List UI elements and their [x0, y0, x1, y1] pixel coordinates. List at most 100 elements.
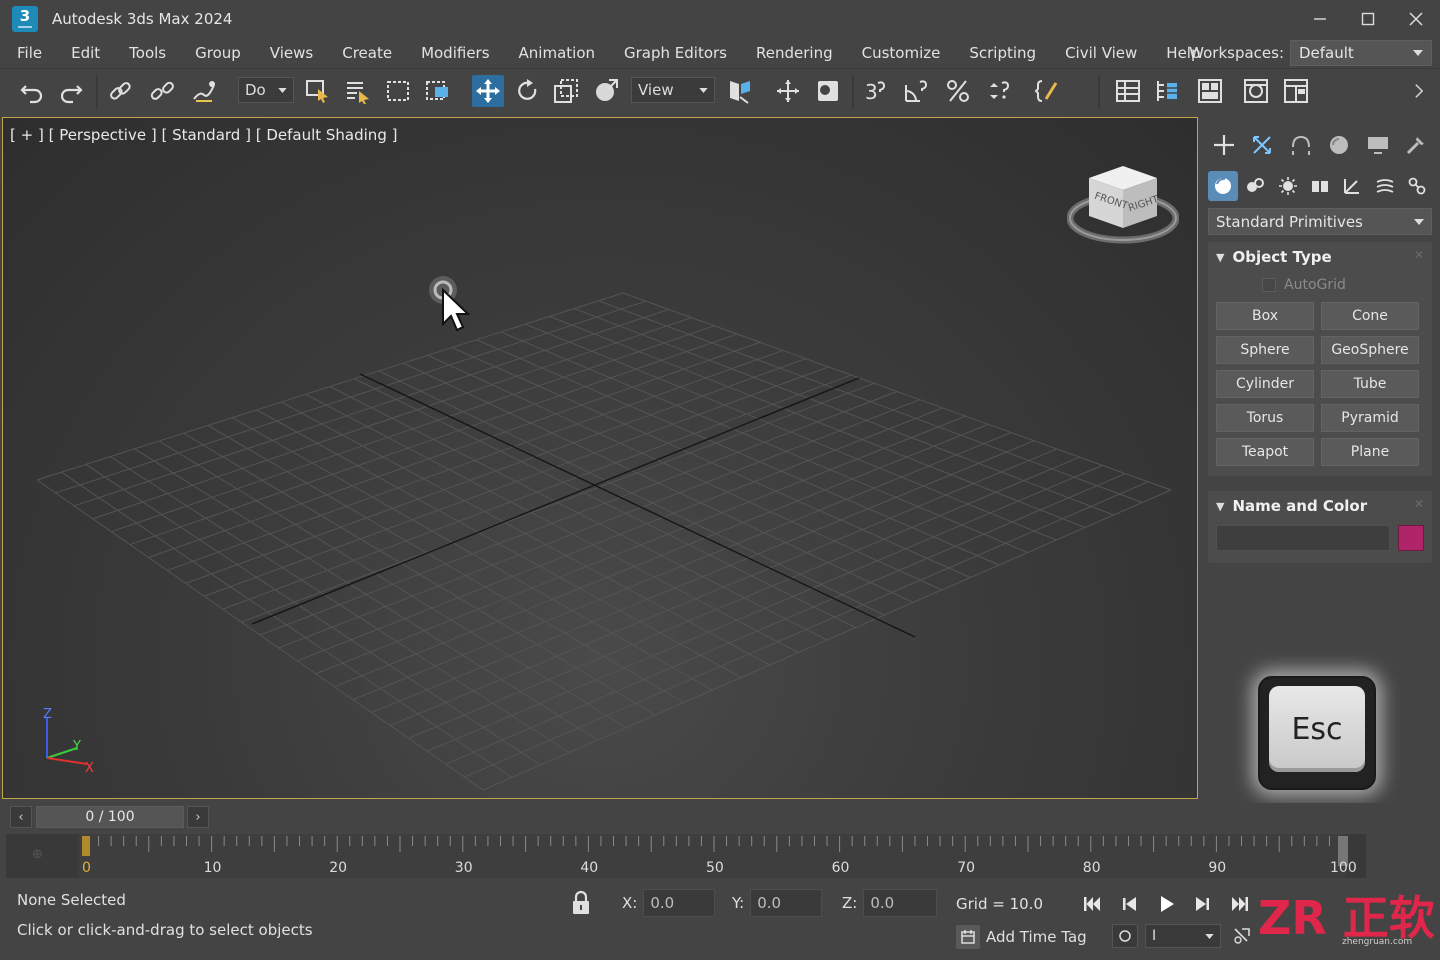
viewport-label[interactable]: [ + ] [ Perspective ] [ Standard ] [ Def… — [10, 126, 397, 144]
select-object-icon[interactable] — [302, 75, 334, 107]
box-button[interactable]: Box — [1216, 302, 1314, 330]
systems-icon[interactable] — [1402, 171, 1432, 201]
sphere-button[interactable]: Sphere — [1216, 336, 1314, 364]
object-color-swatch[interactable] — [1398, 525, 1424, 551]
minimize-icon[interactable] — [1296, 0, 1344, 38]
time-config-icon[interactable] — [1232, 926, 1252, 946]
menu-scripting[interactable]: Scripting — [952, 38, 1048, 68]
modify-icon[interactable] — [1246, 129, 1278, 161]
place-icon[interactable] — [590, 75, 622, 107]
workspaces-dropdown[interactable]: Default — [1290, 40, 1432, 66]
scene-explorer-icon[interactable] — [1112, 75, 1144, 107]
angle-snap-icon[interactable] — [900, 75, 932, 107]
render-setup-icon[interactable] — [1240, 75, 1272, 107]
shapes-icon[interactable] — [1240, 171, 1270, 201]
helpers-icon[interactable] — [1337, 171, 1367, 201]
menu-file[interactable]: File — [0, 38, 54, 68]
rotate-icon[interactable] — [511, 75, 543, 107]
key-filter-icon[interactable]: ⊕ — [32, 847, 43, 862]
render-frame-icon[interactable] — [1280, 75, 1312, 107]
menu-customize[interactable]: Customize — [845, 38, 953, 68]
align-icon[interactable] — [812, 75, 844, 107]
go-to-end-icon[interactable] — [1226, 892, 1254, 916]
layer-explorer-icon[interactable] — [1152, 75, 1184, 107]
menu-modifiers[interactable]: Modifiers — [404, 38, 501, 68]
app-logo-icon[interactable]: 3 — [12, 6, 38, 32]
percent-snap-icon[interactable] — [942, 75, 974, 107]
object-name-input[interactable] — [1216, 525, 1390, 551]
torus-button[interactable]: Torus — [1216, 404, 1314, 432]
utilities-icon[interactable] — [1400, 129, 1432, 161]
rect-selection-icon[interactable] — [382, 75, 414, 107]
more-icon[interactable] — [1408, 75, 1430, 107]
menu-rendering[interactable]: Rendering — [739, 38, 845, 68]
next-frame-icon[interactable] — [1188, 892, 1216, 916]
select-by-name-icon[interactable] — [342, 75, 374, 107]
lights-icon[interactable] — [1273, 171, 1303, 201]
object-type-header[interactable]: ▼ Object Type ✕ — [1208, 242, 1432, 272]
cylinder-button[interactable]: Cylinder — [1216, 370, 1314, 398]
redo-icon[interactable] — [55, 75, 87, 107]
previous-frame-button[interactable]: ‹ — [10, 806, 32, 828]
toggle-ribbon-icon[interactable] — [1194, 75, 1226, 107]
cameras-icon[interactable] — [1305, 171, 1335, 201]
create-icon[interactable] — [1208, 129, 1240, 161]
add-time-tag[interactable]: Add Time Tag — [956, 925, 1087, 949]
selection-lock-icon[interactable] — [570, 890, 592, 916]
play-icon[interactable] — [1152, 892, 1180, 916]
y-coordinate-field[interactable]: 0.0 — [750, 889, 823, 917]
edit-named-selection-icon[interactable] — [1032, 75, 1064, 107]
maximize-icon[interactable] — [1344, 0, 1392, 38]
tube-button[interactable]: Tube — [1321, 370, 1419, 398]
geometry-icon[interactable] — [1208, 171, 1238, 201]
go-to-start-icon[interactable] — [1078, 892, 1106, 916]
menu-tools[interactable]: Tools — [112, 38, 178, 68]
unlink-icon[interactable] — [146, 75, 178, 107]
plane-button[interactable]: Plane — [1321, 438, 1419, 466]
menu-civil-view[interactable]: Civil View — [1048, 38, 1149, 68]
menu-animation[interactable]: Animation — [502, 38, 607, 68]
viewcube[interactable]: FRONT RIGHT — [1067, 150, 1179, 246]
mirror-icon[interactable] — [772, 75, 804, 107]
undo-icon[interactable] — [16, 75, 48, 107]
teapot-button[interactable]: Teapot — [1216, 438, 1314, 466]
selection-filter-dropdown[interactable]: Do — [238, 77, 294, 103]
z-coordinate-field[interactable]: 0.0 — [863, 889, 938, 917]
category-dropdown[interactable]: Standard Primitives — [1208, 208, 1432, 235]
track-bar[interactable]: 0 10 20 30 40 50 60 70 80 90 100 ⊕ — [6, 834, 1366, 878]
perspective-viewport[interactable]: [ + ] [ Perspective ] [ Standard ] [ Def… — [2, 117, 1198, 799]
time-slider[interactable]: 0 / 100 — [36, 806, 184, 828]
cone-button[interactable]: Cone — [1321, 302, 1419, 330]
close-icon[interactable]: ✕ — [1414, 248, 1424, 262]
hierarchy-icon[interactable] — [1285, 129, 1317, 161]
spinner-snap-icon[interactable] — [984, 75, 1016, 107]
reference-coordinate-dropdown[interactable]: View — [631, 77, 715, 103]
space-warps-icon[interactable] — [1370, 171, 1400, 201]
menu-create[interactable]: Create — [325, 38, 404, 68]
next-frame-button[interactable]: › — [187, 806, 209, 828]
close-icon[interactable]: ✕ — [1414, 497, 1424, 511]
snap-3d-icon[interactable]: 3 — [860, 75, 892, 107]
move-icon[interactable] — [472, 75, 504, 107]
autogrid-checkbox[interactable]: AutoGrid — [1208, 272, 1432, 298]
geosphere-button[interactable]: GeoSphere — [1321, 336, 1419, 364]
key-mode-toggle[interactable] — [1112, 924, 1138, 948]
menu-group[interactable]: Group — [178, 38, 253, 68]
menu-views[interactable]: Views — [253, 38, 325, 68]
display-icon[interactable] — [1362, 129, 1394, 161]
scale-icon[interactable] — [550, 75, 582, 107]
bind-space-warp-icon[interactable] — [188, 75, 220, 107]
current-frame-field[interactable]: I — [1145, 924, 1221, 948]
name-and-color-header[interactable]: ▼ Name and Color ✕ — [1208, 491, 1432, 521]
previous-frame-icon[interactable] — [1116, 892, 1144, 916]
window-crossing-icon[interactable] — [422, 75, 454, 107]
motion-icon[interactable] — [1323, 129, 1355, 161]
close-icon[interactable] — [1392, 0, 1440, 38]
pyramid-button[interactable]: Pyramid — [1321, 404, 1419, 432]
link-icon[interactable] — [104, 75, 136, 107]
pivot-icon[interactable] — [724, 75, 756, 107]
menu-graph-editors[interactable]: Graph Editors — [607, 38, 739, 68]
x-coordinate-field[interactable]: 0.0 — [643, 889, 716, 917]
grid-line — [352, 432, 1012, 701]
menu-edit[interactable]: Edit — [54, 38, 112, 68]
